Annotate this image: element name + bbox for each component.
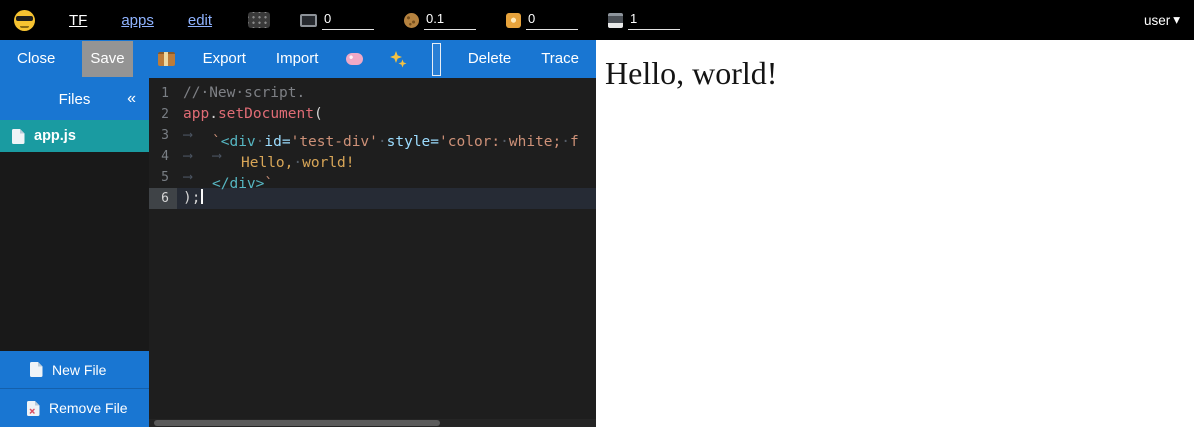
files-header: Files « — [0, 78, 149, 120]
remove-file-label: Remove File — [49, 400, 128, 416]
remove-file-button[interactable]: Remove File — [0, 388, 149, 427]
user-menu[interactable]: user ▾ — [1144, 12, 1180, 28]
delete-button[interactable]: Delete — [465, 48, 514, 70]
package-button[interactable] — [157, 50, 176, 68]
files-header-label: Files — [59, 91, 91, 108]
preview-hello-text: Hello, world! — [605, 55, 1194, 92]
horizontal-scrollbar[interactable] — [149, 419, 596, 427]
soap-button[interactable] — [345, 51, 364, 67]
trace-button[interactable]: Trace — [538, 48, 582, 70]
code-line[interactable]: //·New·script. — [177, 83, 596, 104]
code-line[interactable]: ⟶</div>` — [177, 167, 596, 188]
blank-button[interactable] — [432, 43, 440, 76]
text-cursor — [201, 189, 203, 204]
floppy-stat-field[interactable]: 1 — [628, 11, 680, 30]
cookie-icon — [404, 13, 419, 28]
remove-file-icon — [27, 401, 40, 416]
line-number: 5 — [149, 167, 177, 188]
monitor-icon — [300, 14, 317, 27]
smile-detail — [20, 26, 29, 28]
monitor-stat-field[interactable]: 0 — [322, 11, 374, 30]
sparkles-icon — [389, 50, 407, 68]
editor-gutter: 123456 — [149, 78, 177, 427]
coin-stat: 0 — [506, 11, 578, 30]
code-line[interactable]: ⟶`<div·id='test-div'·style='color:·white… — [177, 125, 596, 146]
import-button[interactable]: Import — [273, 48, 322, 70]
files-sidebar: Files « app.js New File Remove File — [0, 78, 149, 427]
workspace: Files « app.js New File Remove File — [0, 78, 596, 427]
sunglasses-detail — [16, 16, 33, 21]
coin-icon — [506, 13, 521, 28]
collapse-sidebar-button[interactable]: « — [127, 90, 136, 108]
editor-toolbar: Close Save Export Import Delete Trace — [0, 40, 596, 78]
top-bar: TF apps edit 0 0.1 0 1 user ▾ — [0, 0, 1194, 40]
apps-grid-icon[interactable] — [248, 12, 270, 28]
new-file-label: New File — [52, 362, 106, 378]
scrollbar-thumb[interactable] — [154, 420, 440, 426]
main-area: Close Save Export Import Delete Trace Fi… — [0, 40, 1194, 427]
chevron-down-icon: ▾ — [1173, 12, 1180, 28]
soap-icon — [346, 53, 363, 65]
save-button[interactable]: Save — [82, 41, 132, 77]
monitor-stat: 0 — [300, 11, 374, 30]
line-number: 3 — [149, 125, 177, 146]
editor-panel: Close Save Export Import Delete Trace Fi… — [0, 40, 596, 427]
new-file-button[interactable]: New File — [0, 351, 149, 388]
package-icon — [158, 52, 175, 66]
apps-link[interactable]: apps — [121, 12, 154, 29]
export-button[interactable]: Export — [200, 48, 249, 70]
floppy-icon — [608, 13, 623, 28]
file-item-appjs[interactable]: app.js — [0, 120, 149, 152]
line-number: 4 — [149, 146, 177, 167]
new-file-icon — [30, 362, 43, 377]
line-number: 6 — [149, 188, 177, 209]
sparkles-button[interactable] — [388, 48, 408, 70]
cool-face-icon[interactable] — [14, 10, 35, 31]
floppy-stat: 1 — [608, 11, 680, 30]
tf-home-link[interactable]: TF — [69, 12, 87, 29]
cookie-stat-field[interactable]: 0.1 — [424, 11, 476, 30]
edit-link[interactable]: edit — [188, 12, 212, 29]
cookie-stat: 0.1 — [404, 11, 476, 30]
file-name: app.js — [34, 128, 76, 144]
file-list-empty-area — [0, 152, 149, 351]
code-editor[interactable]: 123456 //·New·script.app.setDocument(⟶`<… — [149, 78, 596, 427]
code-line[interactable]: app.setDocument( — [177, 104, 596, 125]
line-number: 1 — [149, 83, 177, 104]
coin-stat-field[interactable]: 0 — [526, 11, 578, 30]
document-icon — [12, 129, 25, 144]
preview-pane: Hello, world! — [596, 40, 1194, 427]
line-number: 2 — [149, 104, 177, 125]
editor-code-pane[interactable]: //·New·script.app.setDocument(⟶`<div·id=… — [177, 78, 596, 427]
user-label: user — [1144, 13, 1170, 28]
close-button[interactable]: Close — [14, 48, 58, 70]
